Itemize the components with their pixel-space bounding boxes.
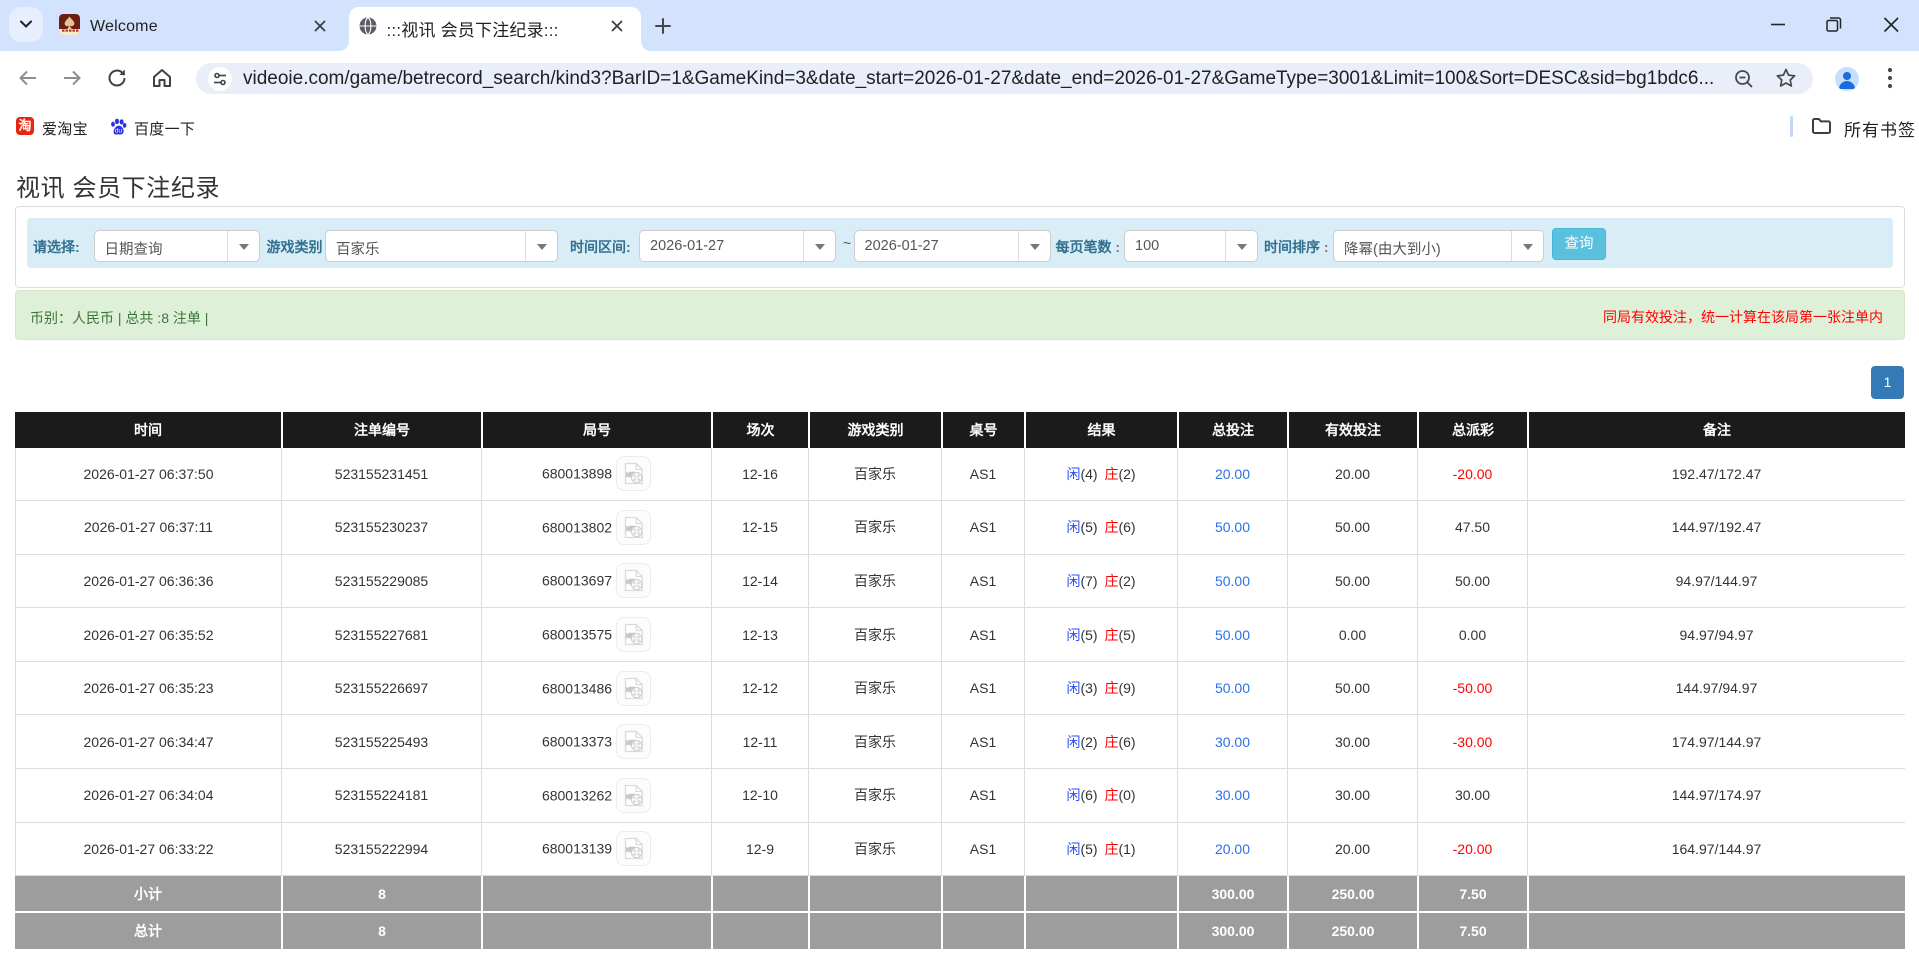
svg-text:du: du: [115, 128, 123, 135]
